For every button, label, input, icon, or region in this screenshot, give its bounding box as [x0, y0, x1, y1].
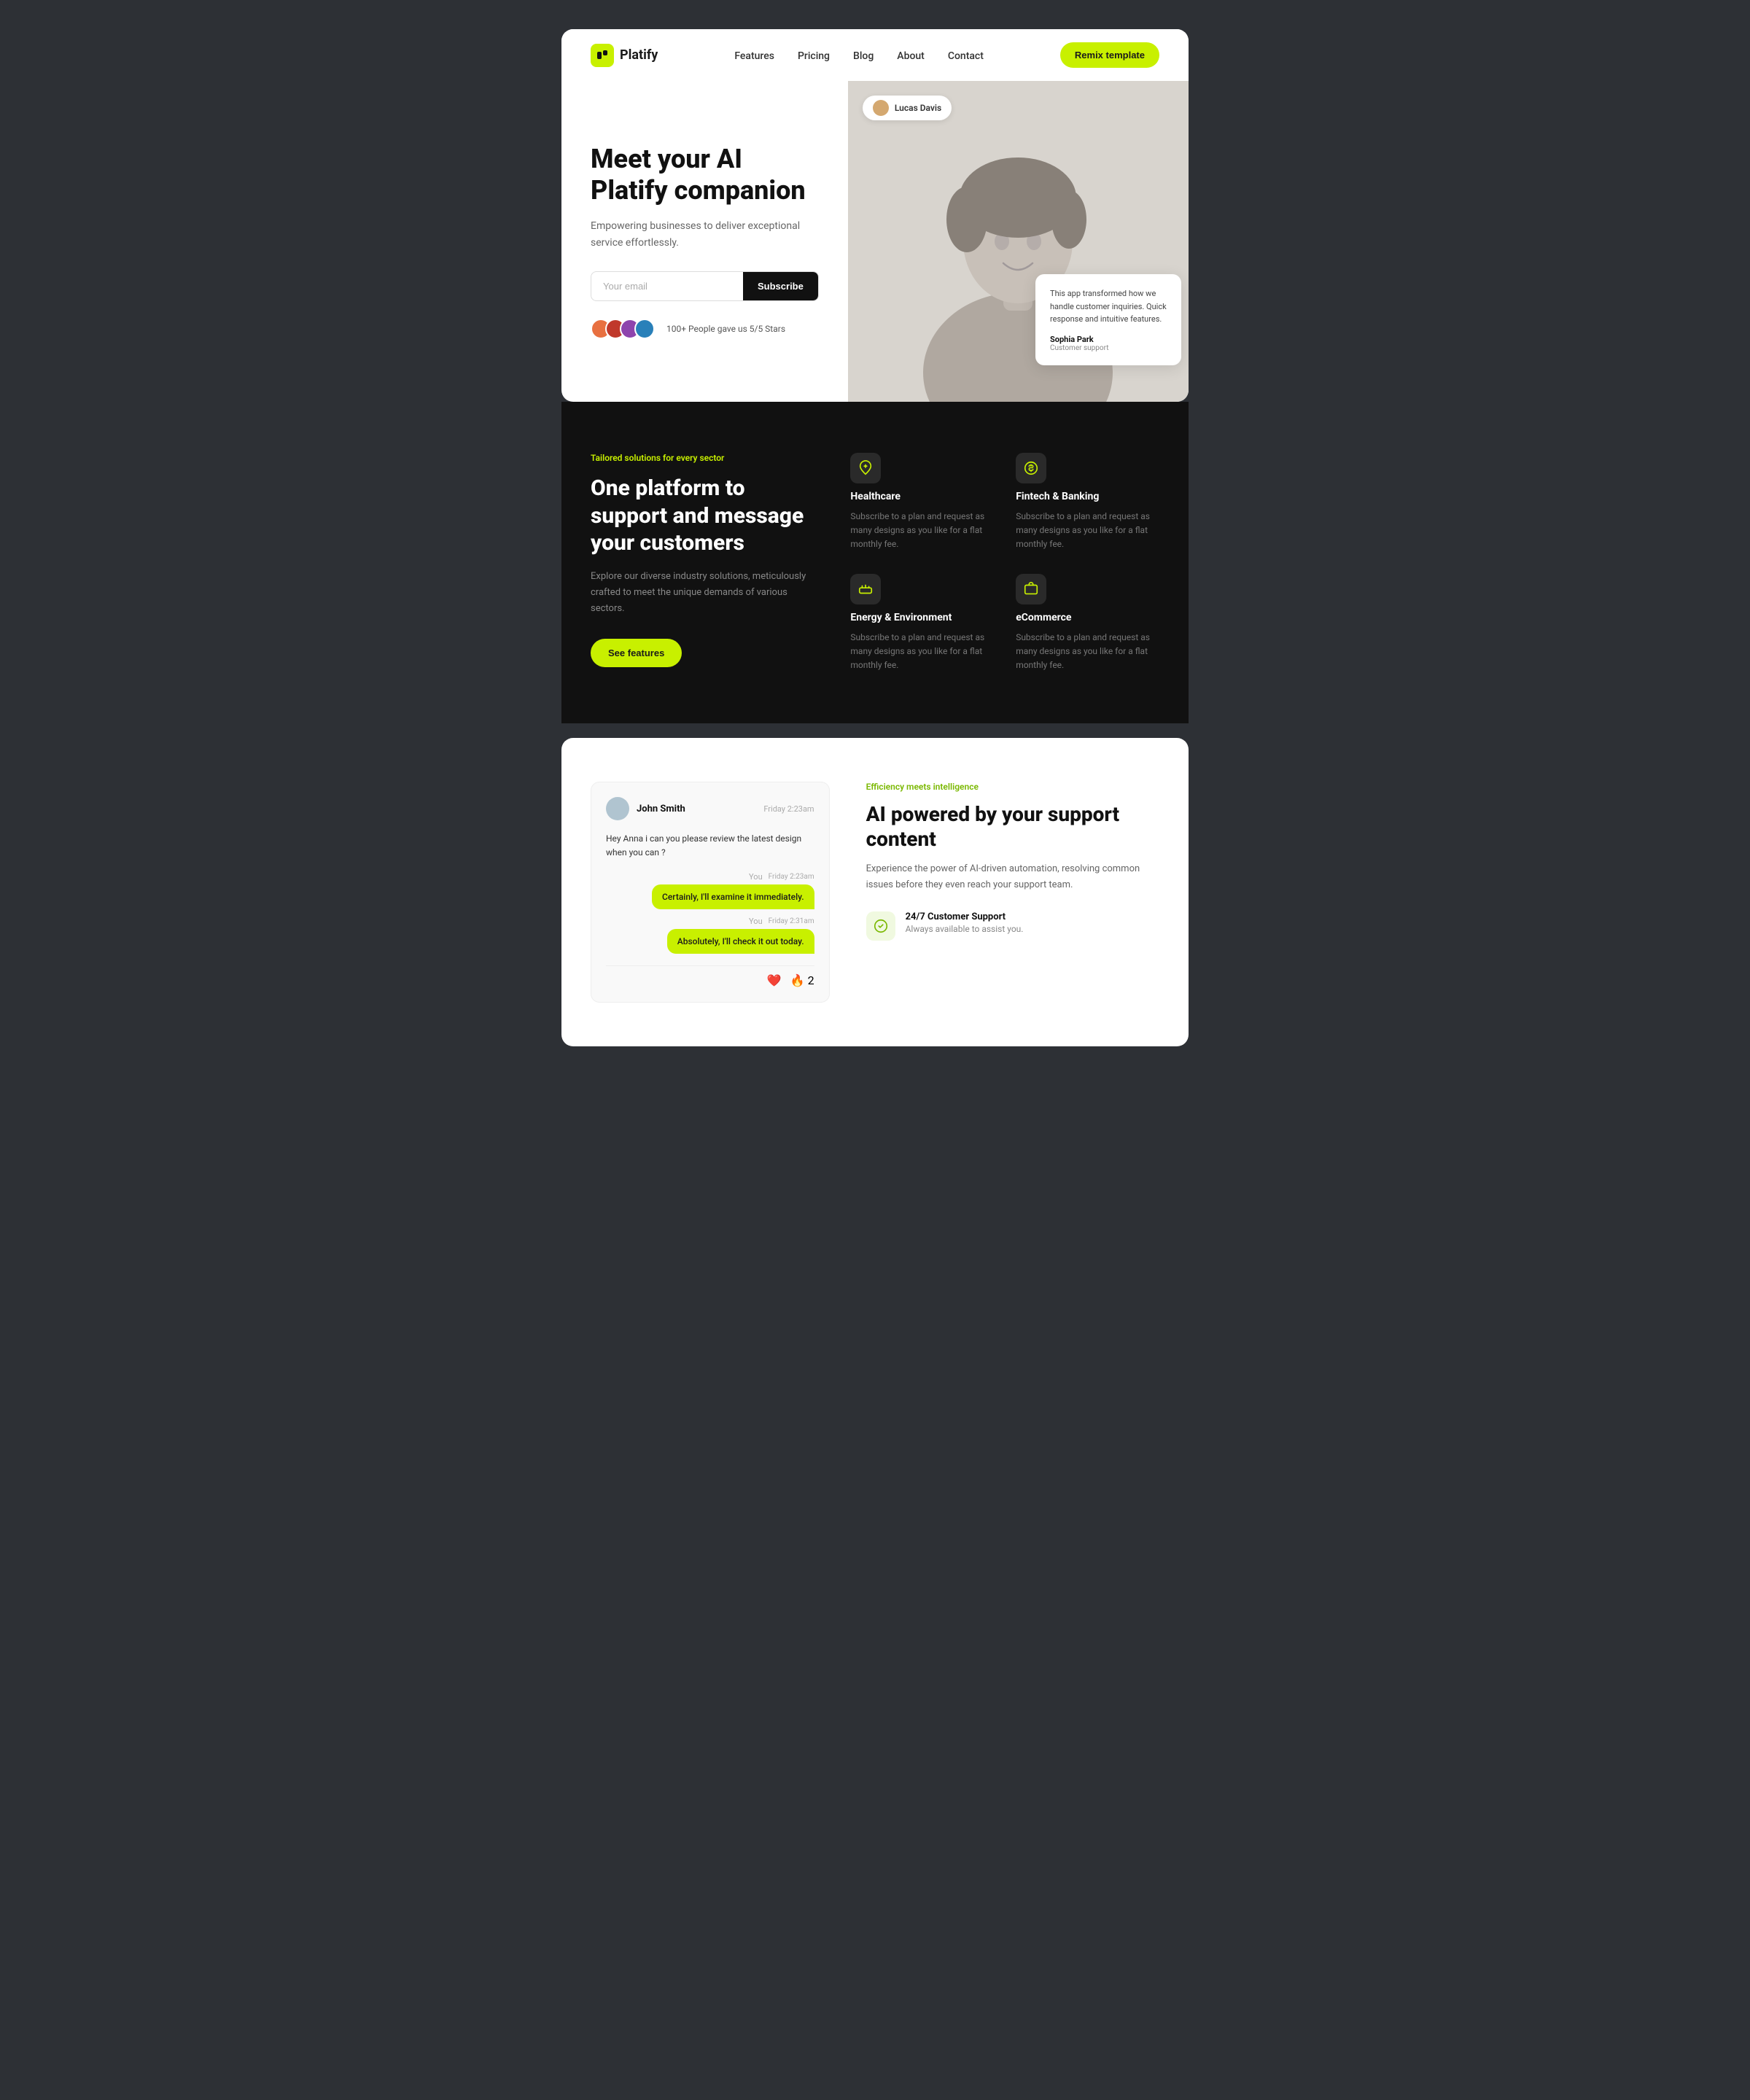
nav-item-about[interactable]: About — [897, 48, 925, 62]
feature-healthcare: Healthcare Subscribe to a plan and reque… — [850, 453, 994, 552]
ai-card: John Smith Friday 2:23am Hey Anna i can … — [561, 738, 1189, 1046]
hero-image: Lucas Davis This app transformed how we … — [848, 81, 1189, 402]
feature-energy: Energy & Environment Subscribe to a plan… — [850, 574, 994, 673]
chat-you-label-1: You — [749, 872, 763, 882]
chat-reply-2-row: You Friday 2:31am Absolutely, I'll check… — [606, 917, 814, 926]
user-badge-name: Lucas Davis — [895, 103, 941, 113]
support-feature-desc: Always available to assist you. — [906, 922, 1024, 936]
nav-item-features[interactable]: Features — [734, 48, 774, 62]
testimonial-text: This app transformed how we handle custo… — [1050, 287, 1167, 326]
nav-item-pricing[interactable]: Pricing — [798, 48, 830, 62]
ecommerce-title: eCommerce — [1016, 612, 1159, 623]
testimonial-card: This app transformed how we handle custo… — [1035, 274, 1181, 365]
chat-user-avatar — [606, 797, 629, 820]
hero-section: Meet your AI Platify companion Empowerin… — [561, 81, 1189, 402]
chat-time-1: Friday 2:23am — [763, 804, 814, 814]
ecommerce-icon — [1016, 574, 1046, 604]
user-badge-avatar — [873, 100, 889, 116]
dark-tag: Tailored solutions for every sector — [591, 453, 806, 463]
logo-area: Platify — [591, 44, 658, 67]
healthcare-title: Healthcare — [850, 491, 994, 502]
chat-time-2: Friday 2:23am — [769, 873, 814, 881]
chat-bubble-2: Absolutely, I'll check it out today. — [667, 929, 814, 954]
social-proof: 100+ People gave us 5/5 Stars — [591, 319, 819, 339]
hero-card: Platify Features Pricing Blog About Cont… — [561, 29, 1189, 402]
testimonial-author: Sophia Park Customer support — [1050, 335, 1167, 352]
hero-left: Meet your AI Platify companion Empowerin… — [561, 81, 848, 402]
support-feature: 24/7 Customer Support Always available t… — [866, 911, 1159, 941]
dark-desc: Explore our diverse industry solutions, … — [591, 569, 806, 617]
dark-features-grid: Healthcare Subscribe to a plan and reque… — [850, 453, 1159, 672]
feature-fintech: Fintech & Banking Subscribe to a plan an… — [1016, 453, 1159, 552]
energy-title: Energy & Environment — [850, 612, 994, 623]
see-features-button[interactable]: See features — [591, 639, 682, 667]
dark-title: One platform to support and message your… — [591, 475, 806, 557]
ai-title: AI powered by your support content — [866, 802, 1159, 851]
avatar-4 — [634, 319, 655, 339]
chat-incoming-message: Hey Anna i can you please review the lat… — [606, 832, 814, 860]
chat-reply-1-meta: You Friday 2:23am — [606, 872, 814, 882]
avatars — [591, 319, 649, 339]
user-badge: Lucas Davis — [863, 96, 952, 120]
logo-text: Platify — [620, 47, 658, 63]
healthcare-desc: Subscribe to a plan and request as many … — [850, 510, 994, 552]
subscribe-form: Subscribe — [591, 271, 819, 301]
ecommerce-desc: Subscribe to a plan and request as many … — [1016, 631, 1159, 673]
support-feature-text: 24/7 Customer Support Always available t… — [906, 911, 1024, 936]
dark-section: Tailored solutions for every sector One … — [561, 402, 1189, 723]
healthcare-icon — [850, 453, 881, 483]
support-icon — [866, 911, 895, 941]
chat-bubble-1: Certainly, I'll examine it immediately. — [652, 884, 814, 909]
ai-tag: Efficiency meets intelligence — [866, 782, 1159, 792]
email-input[interactable] — [591, 272, 743, 300]
page-wrapper: Platify Features Pricing Blog About Cont… — [561, 29, 1189, 2071]
logo-icon — [591, 44, 614, 67]
chat-reply-1-row: You Friday 2:23am Certainly, I'll examin… — [606, 872, 814, 882]
social-proof-text: 100+ People gave us 5/5 Stars — [666, 324, 785, 334]
hero-right: Lucas Davis This app transformed how we … — [848, 81, 1189, 402]
support-feature-title: 24/7 Customer Support — [906, 911, 1024, 922]
chat-you-label-2: You — [749, 917, 763, 926]
fintech-title: Fintech & Banking — [1016, 491, 1159, 502]
energy-icon — [850, 574, 881, 604]
navbar: Platify Features Pricing Blog About Cont… — [561, 29, 1189, 81]
nav-item-blog[interactable]: Blog — [853, 48, 874, 62]
chat-footer: ❤️ 🔥 2 — [606, 965, 814, 987]
chat-header: John Smith Friday 2:23am — [606, 797, 814, 820]
nav-item-contact[interactable]: Contact — [948, 48, 984, 62]
fintech-icon — [1016, 453, 1046, 483]
dark-inner: Tailored solutions for every sector One … — [591, 453, 1159, 672]
subscribe-button[interactable]: Subscribe — [743, 272, 818, 300]
nav-links: Features Pricing Blog About Contact — [734, 48, 984, 62]
remix-template-button[interactable]: Remix template — [1060, 42, 1159, 68]
ai-right: Efficiency meets intelligence AI powered… — [866, 782, 1159, 940]
heart-icon: ❤️ — [767, 973, 782, 987]
chat-user-name: John Smith — [637, 804, 756, 814]
ai-desc: Experience the power of AI-driven automa… — [866, 861, 1159, 893]
fintech-desc: Subscribe to a plan and request as many … — [1016, 510, 1159, 552]
dark-left: Tailored solutions for every sector One … — [591, 453, 806, 667]
hero-subtitle: Empowering businesses to deliver excepti… — [591, 218, 819, 251]
chat-reply-2-meta: You Friday 2:31am — [606, 917, 814, 926]
chat-time-3: Friday 2:31am — [769, 917, 814, 925]
fire-icon: 🔥 2 — [790, 973, 814, 987]
chat-mock: John Smith Friday 2:23am Hey Anna i can … — [591, 782, 830, 1002]
hero-title: Meet your AI Platify companion — [591, 144, 819, 206]
energy-desc: Subscribe to a plan and request as many … — [850, 631, 994, 673]
feature-ecommerce: eCommerce Subscribe to a plan and reques… — [1016, 574, 1159, 673]
